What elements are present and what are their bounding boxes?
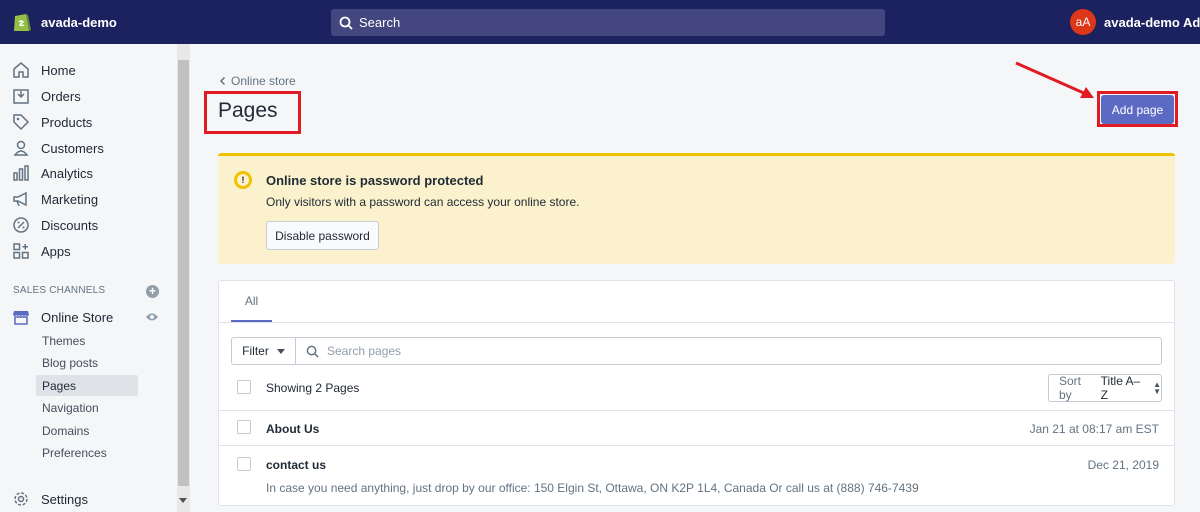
sidebar-item-label: Discounts <box>41 217 99 233</box>
row-date: Dec 21, 2019 <box>1087 458 1159 472</box>
orders-icon <box>13 89 29 104</box>
sidebar-item-label: Customers <box>41 140 104 156</box>
avatar: aA <box>1070 9 1096 35</box>
filter-label: Filter <box>242 344 269 358</box>
sidebar: Home Orders Products Customers Analytics… <box>0 44 178 512</box>
global-search[interactable]: Search <box>331 9 885 36</box>
sidebar-subitem-blog-posts[interactable]: Blog posts <box>36 352 138 373</box>
sidebar-item-label: Marketing <box>41 191 99 207</box>
gear-icon <box>14 492 28 506</box>
sort-value: Title A–Z <box>1100 374 1141 402</box>
tab-all[interactable]: All <box>231 281 272 323</box>
sidebar-item-discounts[interactable]: Discounts <box>0 213 178 237</box>
sidebar-subitem-themes[interactable]: Themes <box>36 330 138 351</box>
search-icon <box>339 16 353 30</box>
sidebar-item-settings[interactable]: Settings <box>0 487 178 511</box>
sidebar-item-label: Home <box>41 62 76 78</box>
breadcrumb-back-link[interactable]: Online store <box>218 74 296 88</box>
sidebar-item-customers[interactable]: Customers <box>0 136 178 160</box>
search-icon <box>306 345 319 358</box>
sidebar-scrollbar[interactable] <box>177 44 190 512</box>
sort-prefix: Sort by <box>1059 374 1082 402</box>
banner-text: Only visitors with a password can access… <box>266 195 580 209</box>
sidebar-item-label: Settings <box>41 491 88 507</box>
row-description: In case you need anything, just drop by … <box>266 481 919 495</box>
row-title[interactable]: About Us <box>266 422 319 436</box>
banner-title: Online store is password protected <box>266 173 484 188</box>
warning-icon: ! <box>234 171 252 189</box>
home-icon <box>13 62 29 78</box>
sort-arrows-icon: ▲ ▼ <box>1153 380 1161 396</box>
sidebar-item-label: Orders <box>41 88 81 104</box>
add-page-button[interactable]: Add page <box>1101 95 1174 124</box>
row-date: Jan 21 at 08:17 am EST <box>1029 422 1159 436</box>
breadcrumb-label: Online store <box>231 74 296 88</box>
sidebar-item-apps[interactable]: Apps <box>0 239 178 263</box>
sidebar-item-label: Apps <box>41 243 71 259</box>
apps-icon <box>13 243 29 259</box>
discount-icon <box>13 217 29 233</box>
search-label: Search <box>359 15 401 30</box>
disable-password-button[interactable]: Disable password <box>266 221 379 250</box>
account-name: avada-demo Admin <box>1104 14 1200 30</box>
sidebar-item-orders[interactable]: Orders <box>0 84 178 108</box>
search-pages-input[interactable] <box>327 344 1107 358</box>
chevron-left-icon <box>219 76 226 86</box>
tag-icon <box>13 114 30 131</box>
page-title: Pages <box>218 99 278 122</box>
sidebar-item-analytics[interactable]: Analytics <box>0 161 178 185</box>
sidebar-subitem-pages[interactable]: Pages <box>36 375 138 396</box>
sidebar-subitem-domains[interactable]: Domains <box>36 420 138 441</box>
sidebar-subitem-navigation[interactable]: Navigation <box>36 397 138 418</box>
caret-down-icon <box>276 348 285 354</box>
megaphone-icon <box>13 191 27 207</box>
select-all-checkbox[interactable] <box>237 380 251 394</box>
row-title[interactable]: contact us <box>266 458 326 472</box>
sidebar-item-label: Online Store <box>41 309 114 325</box>
scroll-down-arrow-icon[interactable] <box>179 498 187 503</box>
store-name: avada-demo <box>41 14 117 30</box>
sidebar-item-label: Analytics <box>41 165 94 181</box>
showing-count: Showing 2 Pages <box>266 381 360 395</box>
row-checkbox[interactable] <box>237 457 251 471</box>
store-icon <box>13 311 29 325</box>
sales-channels-heading: SALES CHANNELS <box>13 285 106 296</box>
account-menu[interactable]: aA avada-demo Admin <box>1070 9 1200 35</box>
eye-icon[interactable] <box>145 312 159 322</box>
sidebar-subitem-preferences[interactable]: Preferences <box>36 442 138 463</box>
sidebar-item-home[interactable]: Home <box>0 58 178 82</box>
person-icon <box>13 140 29 156</box>
shopify-logo-icon <box>14 14 31 31</box>
pages-card: All Filter Showing 2 Pages Sort by Title… <box>218 280 1175 506</box>
row-divider <box>219 445 1174 446</box>
row-checkbox[interactable] <box>237 420 251 434</box>
bar-chart-icon <box>13 165 29 181</box>
tab-divider <box>219 322 1174 323</box>
top-bar: avada-demo Search aA avada-demo Admin <box>0 0 1200 44</box>
sort-select[interactable]: Sort by Title A–Z ▲ ▼ <box>1048 374 1162 402</box>
row-divider <box>219 410 1174 411</box>
password-protected-banner: ! Online store is password protected Onl… <box>218 153 1175 264</box>
filter-button[interactable]: Filter <box>231 337 296 365</box>
annotation-arrow-icon <box>1015 61 1094 98</box>
store-switcher[interactable]: avada-demo <box>0 11 200 33</box>
search-pages-field[interactable] <box>295 337 1162 365</box>
sidebar-item-label: Products <box>41 114 93 130</box>
sidebar-item-products[interactable]: Products <box>0 110 178 134</box>
sidebar-item-marketing[interactable]: Marketing <box>0 187 178 211</box>
add-channel-icon[interactable]: + <box>146 285 159 298</box>
scrollbar-thumb[interactable] <box>178 60 189 486</box>
